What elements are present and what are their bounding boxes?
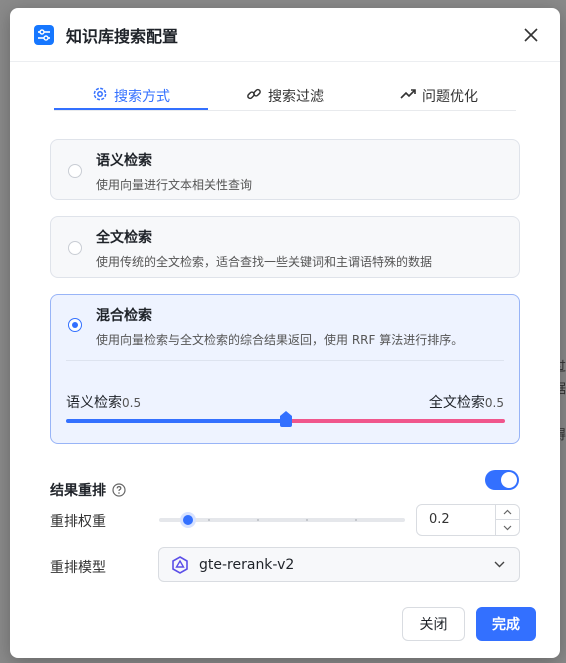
chevron-up-icon	[503, 509, 512, 515]
link-icon	[247, 88, 261, 100]
radio-semantic[interactable]	[68, 164, 82, 178]
slider-tick	[208, 519, 210, 521]
decrement-button[interactable]	[495, 520, 519, 535]
divider	[66, 360, 504, 361]
dialog-title: 知识库搜索配置	[66, 26, 179, 46]
chevron-down-icon	[503, 525, 512, 530]
radio-hybrid[interactable]	[68, 318, 82, 332]
semantic-weight-bar	[66, 419, 286, 423]
tab-search-filter[interactable]: 搜索过滤	[208, 84, 362, 110]
trend-up-icon	[400, 89, 416, 99]
search-mode-semantic[interactable]: 语义检索 使用向量进行文本相关性查询	[50, 139, 520, 200]
tab-query-optimize[interactable]: 问题优化	[362, 84, 516, 110]
fulltext-weight-bar	[286, 419, 505, 423]
increment-button[interactable]	[495, 505, 519, 520]
option-desc: 使用传统的全文检索，适合查找一些关键词和主谓语特殊的数据	[96, 255, 433, 269]
rerank-model-select[interactable]: gte-rerank-v2	[158, 547, 520, 582]
radio-fulltext[interactable]	[68, 241, 82, 255]
option-title: 语义检索	[96, 153, 152, 169]
tab-label: 搜索方式	[114, 89, 170, 105]
slider-tick	[306, 519, 308, 521]
done-button[interactable]: 完成	[476, 607, 536, 641]
fulltext-weight-label: 全文检索0.5	[429, 392, 504, 412]
rerank-weight-stepper[interactable]: 0.2	[416, 504, 520, 536]
weight-left-label: 语义检索	[66, 395, 122, 411]
weight-left-value: 0.5	[122, 396, 142, 410]
slider-tick	[355, 519, 357, 521]
tab-label: 搜索过滤	[268, 89, 324, 105]
rerank-weight-slider[interactable]	[159, 512, 405, 528]
option-desc: 使用向量进行文本相关性查询	[96, 178, 253, 192]
slider-tick	[257, 519, 259, 521]
tab-search-mode[interactable]: 搜索方式	[54, 84, 208, 110]
rerank-section-label: 结果重排	[50, 480, 126, 500]
model-logo-icon	[172, 555, 188, 574]
chevron-down-icon	[494, 561, 505, 568]
slider-handle[interactable]	[279, 411, 293, 427]
search-config-dialog: 知识库搜索配置 搜索方式 搜索过滤 问题优化 语义检索 使用向量进行文本相关性查…	[10, 8, 560, 658]
search-mode-hybrid[interactable]: 混合检索 使用向量检索与全文检索的综合结果返回，使用 RRF 算法进行排序。 语…	[50, 294, 520, 444]
stepper-value[interactable]: 0.2	[429, 512, 450, 527]
tab-bar: 搜索方式 搜索过滤 问题优化	[54, 84, 516, 111]
dialog-header: 知识库搜索配置	[10, 8, 560, 62]
option-title: 混合检索	[96, 308, 152, 324]
rerank-label: 结果重排	[50, 483, 106, 499]
rerank-model-label: 重排模型	[50, 560, 106, 576]
semantic-weight-label: 语义检索0.5	[66, 392, 141, 412]
gear-icon	[93, 87, 107, 101]
search-mode-fulltext[interactable]: 全文检索 使用传统的全文检索，适合查找一些关键词和主谓语特殊的数据	[50, 216, 520, 278]
close-button[interactable]: 关闭	[402, 607, 465, 641]
hybrid-weight-slider[interactable]	[66, 411, 505, 427]
tab-label: 问题优化	[422, 89, 478, 105]
toggle-knob	[501, 472, 517, 488]
weight-right-value: 0.5	[484, 396, 504, 410]
help-icon[interactable]	[112, 483, 126, 497]
close-icon[interactable]	[520, 24, 542, 46]
option-desc: 使用向量检索与全文检索的综合结果返回，使用 RRF 算法进行排序。	[96, 333, 464, 347]
rerank-weight-label: 重排权重	[50, 514, 106, 530]
weight-right-label: 全文检索	[428, 395, 485, 411]
option-title: 全文检索	[96, 230, 152, 246]
slider-handle[interactable]	[180, 512, 196, 528]
settings-sliders-icon	[34, 24, 54, 45]
rerank-toggle[interactable]	[485, 470, 519, 490]
select-value: gte-rerank-v2	[199, 556, 295, 573]
